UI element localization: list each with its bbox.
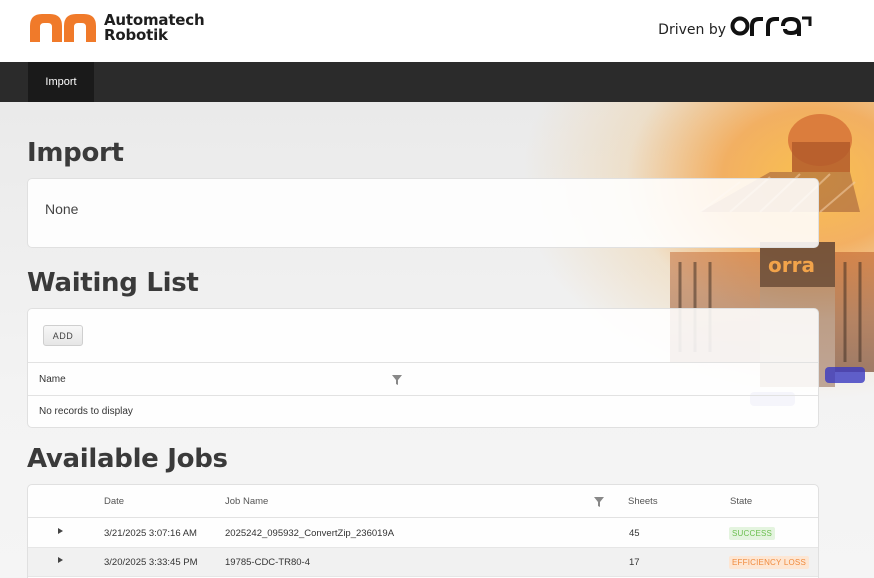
brand-name: Automatech Robotik (104, 13, 205, 44)
column-header-state[interactable]: State (730, 496, 752, 507)
column-header-date[interactable]: Date (104, 496, 124, 507)
driven-by-label: Driven by (658, 22, 726, 38)
waiting-list-header: Name (28, 362, 818, 396)
main-content: orra Import None Waiting List ADD Name N… (0, 102, 874, 578)
job-date: 3/20/2025 3:33:45 PM (104, 557, 198, 568)
column-header-job-name[interactable]: Job Name (225, 496, 268, 507)
table-row[interactable]: 3/20/2025 3:33:45 PM 19785-CDC-TR80-4 17… (28, 548, 818, 577)
import-value: None (45, 201, 79, 217)
job-name: 2025242_095932_ConvertZip_236019A (225, 528, 395, 539)
brand-line-2: Robotik (104, 26, 168, 44)
app-header: Automatech Robotik Driven by (0, 0, 874, 62)
expand-row-icon[interactable] (58, 528, 63, 534)
jobs-table-header: Date Job Name Sheets State (28, 485, 818, 518)
orra-logo-icon (730, 16, 812, 36)
status-badge: EFFICIENCY LOSS (729, 556, 809, 569)
tab-import[interactable]: Import (28, 62, 94, 102)
available-jobs-card: Date Job Name Sheets State 3/21/2025 3:0… (27, 484, 819, 578)
waiting-list-title: Waiting List (27, 268, 199, 298)
job-name: 19785-CDC-TR80-4 (225, 557, 311, 568)
main-nav: Import (0, 62, 874, 102)
import-title: Import (27, 138, 124, 168)
job-sheets: 17 (629, 557, 640, 568)
available-jobs-title: Available Jobs (27, 444, 228, 474)
import-card: None (27, 178, 819, 248)
waiting-list-empty: No records to display (39, 406, 133, 417)
status-badge: SUCCESS (729, 527, 776, 540)
expand-row-icon[interactable] (58, 557, 63, 563)
filter-icon[interactable] (594, 497, 604, 507)
table-row[interactable]: 3/21/2025 3:07:16 AM 2025242_095932_Conv… (28, 519, 818, 548)
filter-icon[interactable] (392, 375, 402, 385)
automatech-logo[interactable]: Automatech Robotik (28, 12, 205, 44)
column-header-name[interactable]: Name (39, 374, 66, 385)
job-sheets: 45 (629, 528, 640, 539)
waiting-list-card: ADD Name No records to display (27, 308, 819, 428)
automatech-logo-mark-icon (30, 14, 96, 42)
add-button[interactable]: ADD (43, 325, 83, 346)
svg-text:orra: orra (768, 253, 815, 277)
column-header-sheets[interactable]: Sheets (628, 496, 658, 507)
job-date: 3/21/2025 3:07:16 AM (104, 528, 197, 539)
